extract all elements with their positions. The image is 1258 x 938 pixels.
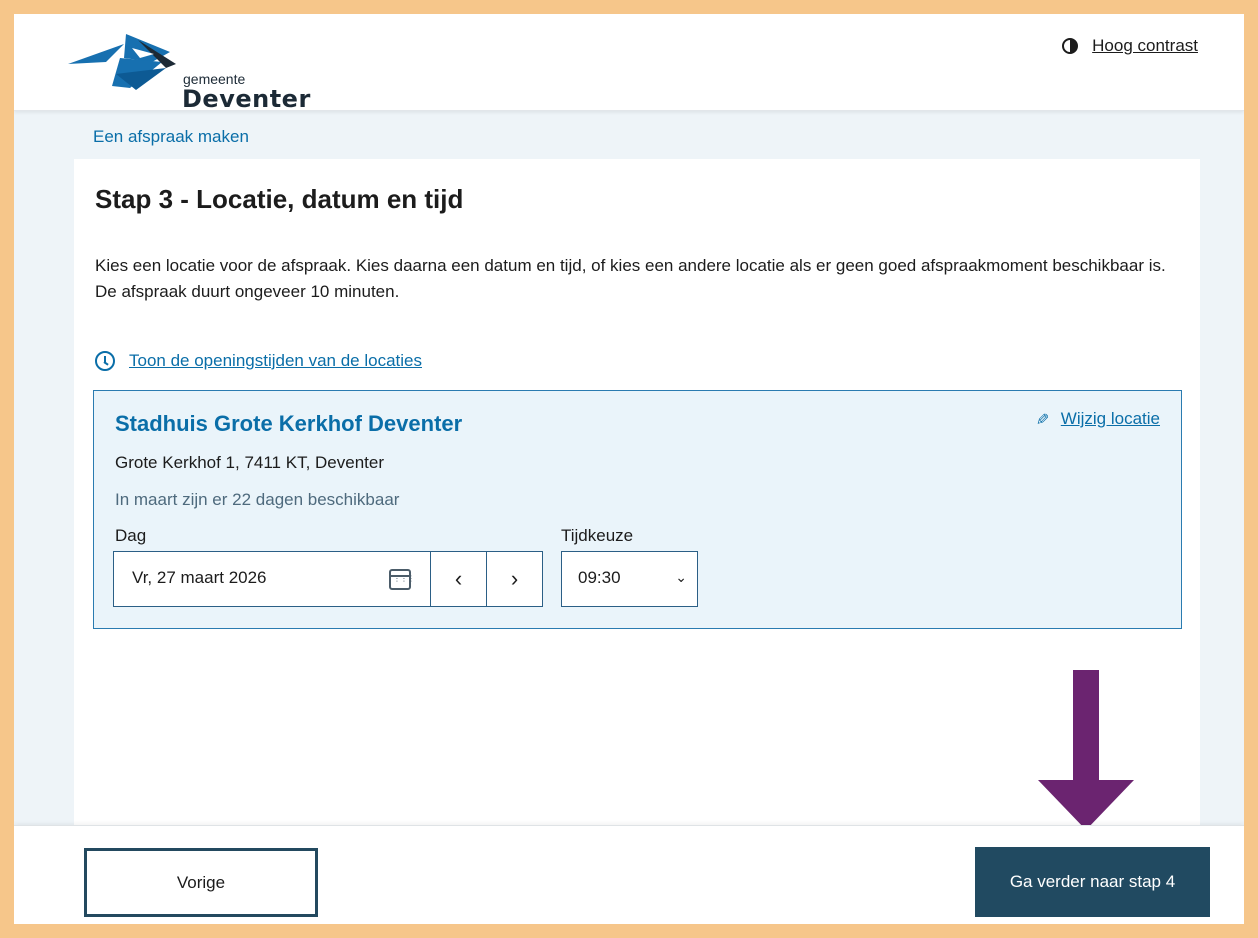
clock-icon [95,351,115,371]
location-panel: Stadhuis Grote Kerkhof Deventer ✎ Wijzig… [93,390,1182,629]
high-contrast-link[interactable]: Hoog contrast [1092,36,1198,56]
page-frame: gemeente Deventer Hoog contrast Een afsp… [14,14,1244,924]
opening-hours-toggle[interactable]: Toon de openingstijden van de locaties [95,351,422,371]
change-location[interactable]: ✎ Wijzig locatie [1033,409,1160,429]
intro-text: Kies een locatie voor de afspraak. Kies … [95,253,1185,305]
logo[interactable]: gemeente Deventer [66,28,310,113]
date-field[interactable]: Vr, 27 maart 2026 [113,551,431,607]
logo-mark-icon [68,34,176,90]
site-header: gemeente Deventer Hoog contrast [14,14,1244,113]
chevron-left-icon: ‹ [454,566,463,591]
change-location-link[interactable]: Wijzig locatie [1061,409,1160,429]
arrow-down-icon [1038,670,1134,830]
chevron-right-icon: › [510,566,519,591]
next-step-button[interactable]: Ga verder naar stap 4 [975,847,1210,917]
day-label: Dag [115,526,147,545]
calendar-icon[interactable] [389,569,414,590]
chevron-down-icon: ⌄ [675,569,687,585]
footer-bar: Vorige Ga verder naar stap 4 [14,825,1244,924]
step-card: Stap 3 - Locatie, datum en tijd Kies een… [74,159,1200,859]
next-day-button[interactable]: › [486,551,543,607]
pencil-icon: ✎ [1033,412,1051,426]
time-select[interactable]: 09:30 ⌄ [561,551,698,607]
location-address: Grote Kerkhof 1, 7411 KT, Deventer [115,453,384,472]
location-name: Stadhuis Grote Kerkhof Deventer [115,411,463,436]
contrast-icon [1062,38,1079,54]
duration-paragraph: De afspraak duurt ongeveer 10 minuten. [95,282,400,301]
intro-paragraph: Kies een locatie voor de afspraak. Kies … [95,256,1166,275]
breadcrumb[interactable]: Een afspraak maken [93,127,249,147]
time-label: Tijdkeuze [561,526,634,545]
time-value: 09:30 [578,568,621,587]
high-contrast-toggle[interactable]: Hoog contrast [1062,36,1198,56]
previous-day-button[interactable]: ‹ [430,551,487,607]
availability-text: In maart zijn er 22 dagen beschikbaar [115,490,400,509]
opening-hours-link[interactable]: Toon de openingstijden van de locaties [129,351,422,371]
date-value: Vr, 27 maart 2026 [132,568,267,587]
logo-text-deventer: Deventer [182,85,311,113]
page-title: Stap 3 - Locatie, datum en tijd [95,184,464,214]
previous-button[interactable]: Vorige [84,848,318,917]
